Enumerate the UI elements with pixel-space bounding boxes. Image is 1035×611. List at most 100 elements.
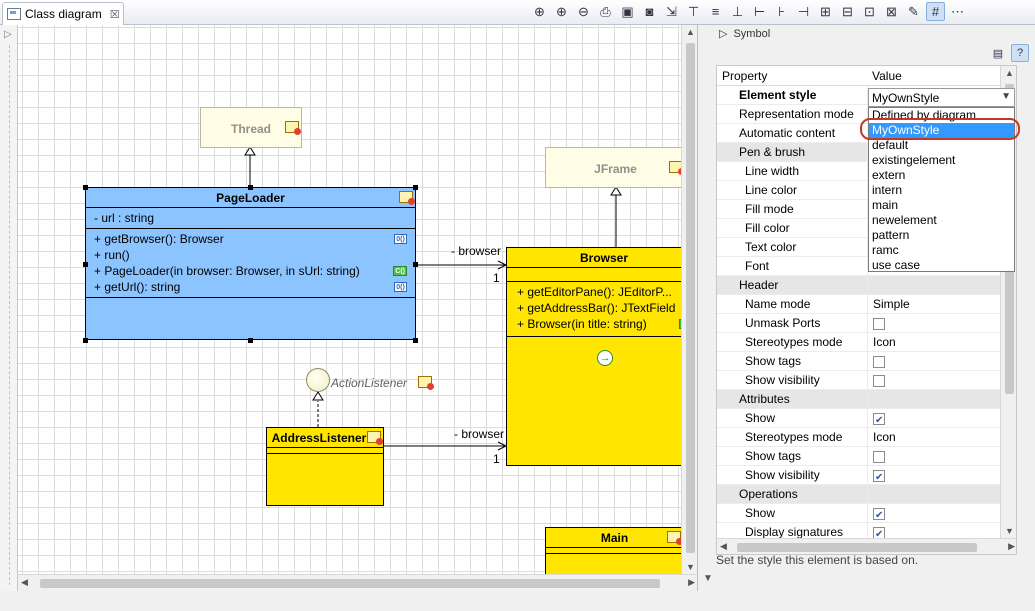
dropdown-option[interactable]: intern bbox=[869, 183, 1014, 198]
align-left-icon[interactable]: ⊢ bbox=[750, 2, 769, 21]
class-thread[interactable]: Thread bbox=[200, 107, 302, 148]
camera-icon[interactable]: ◙ bbox=[640, 2, 659, 21]
align-top-icon[interactable]: ⊤ bbox=[684, 2, 703, 21]
checkbox[interactable] bbox=[873, 506, 885, 525]
scroll-thumb[interactable] bbox=[737, 543, 977, 552]
property-value[interactable] bbox=[867, 466, 1016, 487]
property-value[interactable] bbox=[867, 390, 1016, 409]
operation-item[interactable]: + run() bbox=[94, 247, 407, 263]
save-icon[interactable]: ▣ bbox=[618, 2, 637, 21]
resize-handle[interactable] bbox=[83, 262, 88, 267]
checkbox[interactable] bbox=[873, 450, 885, 463]
resize-handle[interactable] bbox=[413, 185, 418, 190]
checkbox[interactable] bbox=[873, 411, 885, 430]
property-value[interactable] bbox=[867, 447, 1016, 466]
property-row[interactable]: Show visibility bbox=[717, 466, 1016, 487]
operation-item[interactable]: + getAddressBar(): JTextField bbox=[517, 300, 693, 316]
property-value[interactable]: Simple bbox=[867, 295, 1016, 314]
dropdown-option[interactable]: newelement bbox=[869, 213, 1014, 228]
distribute-v-icon[interactable]: ⊟ bbox=[838, 2, 857, 21]
navigate-icon[interactable]: → bbox=[597, 350, 613, 366]
operation-item[interactable]: + getBrowser(): Browser 0() bbox=[94, 231, 407, 247]
resize-handle[interactable] bbox=[413, 262, 418, 267]
checkbox[interactable] bbox=[873, 355, 885, 368]
close-tab-icon[interactable]: ☒ bbox=[110, 8, 120, 21]
property-value[interactable]: Icon bbox=[867, 428, 1016, 447]
scroll-thumb[interactable] bbox=[686, 43, 695, 553]
property-row[interactable]: Header bbox=[717, 276, 1016, 295]
property-value[interactable] bbox=[867, 276, 1016, 295]
class-jframe[interactable]: JFrame bbox=[545, 147, 686, 188]
property-row[interactable]: Name mode Simple bbox=[717, 295, 1016, 314]
property-value[interactable] bbox=[867, 314, 1016, 333]
class-pageloader[interactable]: PageLoader - url : string + getBrowser()… bbox=[85, 187, 416, 340]
align-center-icon[interactable]: ⊦ bbox=[772, 2, 791, 21]
snap-icon[interactable]: ⋯ bbox=[948, 2, 967, 21]
canvas-vertical-scrollbar[interactable]: ▲ ▼ bbox=[681, 25, 697, 574]
element-style-combo[interactable]: MyOwnStyle ▼ bbox=[868, 88, 1015, 107]
operation-item[interactable]: + getEditorPane(): JEditorP... bbox=[517, 284, 693, 300]
multiplicity-label[interactable]: 1 bbox=[493, 271, 500, 285]
property-row[interactable]: Stereotypes mode Icon bbox=[717, 428, 1016, 447]
dropdown-option[interactable]: ramc bbox=[869, 243, 1014, 258]
resize-handle[interactable] bbox=[248, 185, 253, 190]
resize-handle[interactable] bbox=[248, 338, 253, 343]
checkbox[interactable] bbox=[873, 374, 885, 387]
property-row[interactable]: Operations bbox=[717, 485, 1016, 504]
zoom-in-2-icon[interactable]: ⊕ bbox=[552, 2, 571, 21]
align-bottom-icon[interactable]: ⊥ bbox=[728, 2, 747, 21]
align-right-icon[interactable]: ⊣ bbox=[794, 2, 813, 21]
role-label[interactable]: - browser bbox=[451, 244, 501, 258]
chevron-down-icon[interactable]: ▼ bbox=[1001, 91, 1011, 102]
property-row[interactable]: Unmask Ports bbox=[717, 314, 1016, 333]
dropdown-option[interactable]: pattern bbox=[869, 228, 1014, 243]
property-value[interactable] bbox=[867, 371, 1016, 390]
property-row[interactable]: Attributes bbox=[717, 390, 1016, 409]
zoom-in-icon[interactable]: ⊕ bbox=[530, 2, 549, 21]
checkbox[interactable] bbox=[873, 317, 885, 330]
scroll-thumb[interactable] bbox=[40, 579, 660, 588]
resize-handle[interactable] bbox=[83, 338, 88, 343]
fit-icon[interactable]: ⊡ bbox=[860, 2, 879, 21]
property-row[interactable]: Stereotypes mode Icon bbox=[717, 333, 1016, 352]
class-addresslistener[interactable]: AddressListener bbox=[266, 427, 384, 506]
canvas-horizontal-scrollbar[interactable]: ◀ ▶ bbox=[18, 574, 697, 591]
operation-item[interactable]: + getUrl(): string 0() bbox=[94, 279, 407, 295]
grid-icon[interactable]: # bbox=[926, 2, 945, 21]
fit-width-icon[interactable]: ⊠ bbox=[882, 2, 901, 21]
diagram-canvas[interactable]: ▷ Thread JFrame PageLoader - url: strin… bbox=[0, 25, 698, 591]
align-middle-icon[interactable]: ≡ bbox=[706, 2, 725, 21]
interface-actionlistener[interactable] bbox=[306, 368, 330, 392]
dropdown-option[interactable]: use case bbox=[869, 258, 1014, 273]
property-value[interactable] bbox=[867, 409, 1016, 430]
expand-description-icon[interactable]: ▼ bbox=[703, 573, 713, 584]
collapse-icon[interactable]: ▷ bbox=[719, 27, 727, 40]
property-row[interactable]: Show tags bbox=[717, 447, 1016, 466]
checkbox[interactable] bbox=[873, 468, 885, 487]
resize-handle[interactable] bbox=[83, 185, 88, 190]
zoom-out-icon[interactable]: ⊖ bbox=[574, 2, 593, 21]
dropdown-option[interactable]: existingelement bbox=[869, 153, 1014, 168]
multiplicity-label[interactable]: 1 bbox=[493, 452, 500, 466]
property-row[interactable]: Show visibility bbox=[717, 371, 1016, 390]
dropdown-option[interactable]: main bbox=[869, 198, 1014, 213]
export-icon[interactable]: ⇲ bbox=[662, 2, 681, 21]
property-value[interactable] bbox=[867, 504, 1016, 525]
distribute-h-icon[interactable]: ⊞ bbox=[816, 2, 835, 21]
operation-item[interactable]: + PageLoader(in browser: Browser, in sUr… bbox=[94, 263, 407, 279]
dropdown-option[interactable]: default bbox=[869, 138, 1014, 153]
operation-item[interactable]: + Browser(in title: string)C() bbox=[517, 316, 693, 332]
checkbox[interactable] bbox=[873, 525, 885, 544]
categories-icon[interactable]: ▤ bbox=[989, 44, 1007, 62]
property-row[interactable]: Show bbox=[717, 409, 1016, 430]
class-browser[interactable]: Browser + getEditorPane(): JEditorP... + … bbox=[506, 247, 697, 466]
property-row[interactable]: Show tags bbox=[717, 352, 1016, 371]
property-value[interactable] bbox=[867, 352, 1016, 371]
resize-handle[interactable] bbox=[413, 338, 418, 343]
property-value[interactable]: Icon bbox=[867, 333, 1016, 352]
role-label[interactable]: - browser bbox=[454, 427, 504, 441]
dropdown-option[interactable]: extern bbox=[869, 168, 1014, 183]
help-icon[interactable]: ? bbox=[1011, 44, 1029, 62]
property-value[interactable] bbox=[867, 485, 1016, 504]
attribute-item[interactable]: - url : string bbox=[94, 210, 407, 226]
